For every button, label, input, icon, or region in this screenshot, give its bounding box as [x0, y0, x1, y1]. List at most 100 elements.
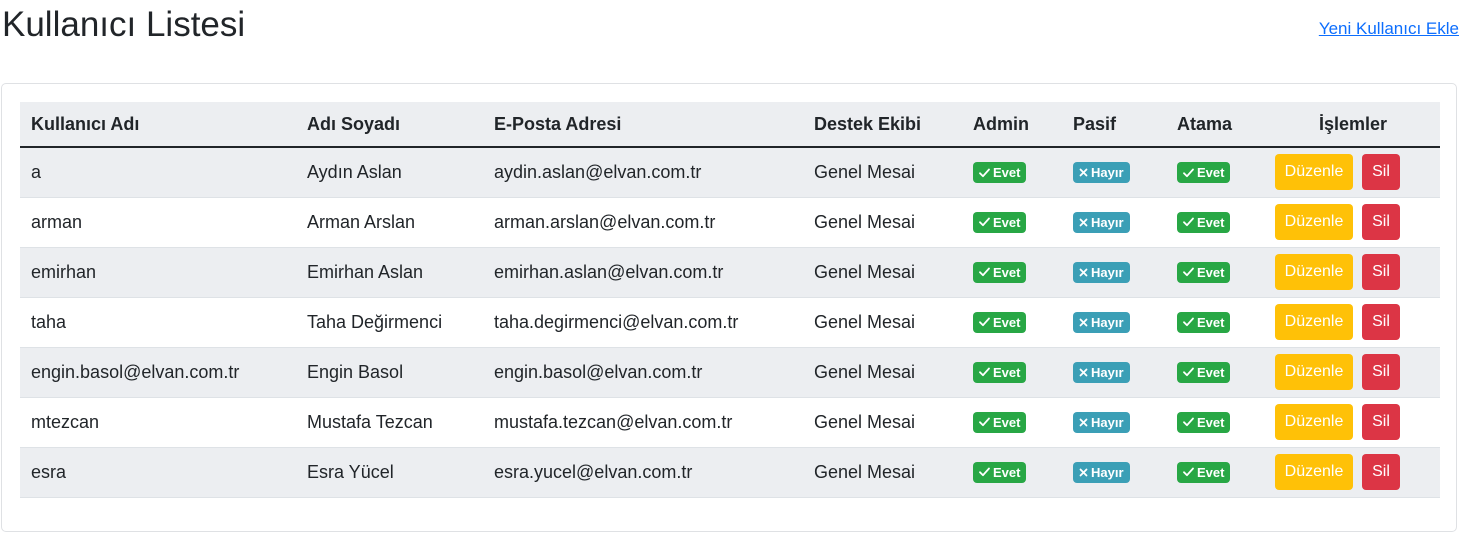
cell-admin: Evet — [962, 347, 1062, 398]
cell-actions: Düzenle Sil — [1266, 247, 1440, 298]
team-text: Genel Mesai — [814, 411, 916, 432]
email-text: emirhan.aslan@elvan.com.tr — [494, 261, 724, 282]
admin-badge-label: Evet — [993, 165, 1021, 181]
check-icon — [1183, 467, 1194, 477]
header-admin: Admin — [962, 102, 1062, 148]
user-table-card: Kullanıcı Adı Adı Soyadı E-Posta Adresi … — [1, 83, 1457, 532]
cell-actions: Düzenle Sil — [1266, 197, 1440, 248]
username-text: arman — [31, 211, 83, 232]
cell-email: engin.basol@elvan.com.tr — [483, 347, 803, 398]
row-actions: Düzenle Sil — [1275, 454, 1440, 490]
pasif-badge-label: Hayır — [1091, 364, 1124, 380]
edit-button[interactable]: Düzenle — [1275, 254, 1353, 290]
pasif-badge: Hayır — [1073, 311, 1130, 333]
email-text: taha.degirmenci@elvan.com.tr — [494, 311, 739, 332]
cell-username: esra — [20, 447, 296, 498]
admin-badge-label: Evet — [993, 414, 1021, 430]
delete-button[interactable]: Sil — [1362, 454, 1400, 490]
fullname-text: Emirhan Aslan — [307, 261, 424, 282]
atama-badge-label: Evet — [1197, 165, 1225, 181]
x-icon — [1079, 168, 1088, 177]
admin-badge: Evet — [973, 211, 1027, 233]
cell-fullname: Esra Yücel — [296, 447, 483, 498]
cell-email: aydin.aslan@elvan.com.tr — [483, 147, 803, 198]
edit-button[interactable]: Düzenle — [1275, 204, 1353, 240]
table-row: taha Taha Değirmenci taha.degirmenci@elv… — [20, 297, 1440, 348]
check-icon — [1183, 267, 1194, 277]
cell-fullname: Taha Değirmenci — [296, 297, 483, 348]
header-actions: İşlemler — [1266, 102, 1440, 148]
cell-fullname: Aydın Aslan — [296, 147, 483, 198]
add-user-link[interactable]: Yeni Kullanıcı Ekle — [1319, 19, 1459, 39]
x-icon — [1079, 418, 1088, 427]
cell-atama: Evet — [1166, 147, 1266, 198]
delete-button[interactable]: Sil — [1362, 154, 1400, 191]
cell-atama: Evet — [1166, 297, 1266, 348]
cell-team: Genel Mesai — [803, 347, 962, 398]
admin-badge: Evet — [973, 461, 1027, 483]
cell-admin: Evet — [962, 447, 1062, 498]
pasif-badge-label: Hayır — [1091, 414, 1124, 430]
delete-button[interactable]: Sil — [1362, 354, 1400, 390]
cell-email: esra.yucel@elvan.com.tr — [483, 447, 803, 498]
cell-admin: Evet — [962, 247, 1062, 298]
row-actions: Düzenle Sil — [1275, 404, 1440, 440]
cell-atama: Evet — [1166, 397, 1266, 448]
cell-pasif: Hayır — [1062, 247, 1166, 298]
fullname-text: Esra Yücel — [307, 461, 394, 482]
check-icon — [1183, 317, 1194, 327]
admin-badge: Evet — [973, 162, 1027, 184]
cell-admin: Evet — [962, 197, 1062, 248]
atama-badge-label: Evet — [1197, 314, 1225, 330]
cell-fullname: Engin Basol — [296, 347, 483, 398]
table-body: a Aydın Aslan aydin.aslan@elvan.com.tr G… — [20, 147, 1440, 498]
team-text: Genel Mesai — [814, 311, 916, 332]
x-icon — [1079, 468, 1088, 477]
cell-atama: Evet — [1166, 347, 1266, 398]
admin-badge: Evet — [973, 261, 1027, 283]
cell-email: arman.arslan@elvan.com.tr — [483, 197, 803, 248]
edit-button[interactable]: Düzenle — [1275, 304, 1353, 340]
x-icon — [1079, 318, 1088, 327]
check-icon — [1183, 168, 1194, 178]
edit-button[interactable]: Düzenle — [1275, 154, 1353, 191]
delete-button[interactable]: Sil — [1362, 304, 1400, 340]
edit-button[interactable]: Düzenle — [1275, 404, 1353, 440]
cell-fullname: Emirhan Aslan — [296, 247, 483, 298]
user-table: Kullanıcı Adı Adı Soyadı E-Posta Adresi … — [20, 102, 1440, 498]
fullname-text: Arman Arslan — [307, 211, 416, 232]
admin-badge: Evet — [973, 361, 1027, 383]
team-text: Genel Mesai — [814, 461, 916, 482]
delete-button[interactable]: Sil — [1362, 254, 1400, 290]
check-icon — [979, 217, 990, 227]
check-icon — [979, 367, 990, 377]
row-actions: Düzenle Sil — [1275, 154, 1440, 191]
delete-button[interactable]: Sil — [1362, 204, 1400, 240]
x-icon — [1079, 268, 1088, 277]
cell-atama: Evet — [1166, 197, 1266, 248]
header-username: Kullanıcı Adı — [20, 102, 296, 148]
x-icon — [1079, 368, 1088, 377]
admin-badge-label: Evet — [993, 314, 1021, 330]
username-text: taha — [31, 311, 67, 332]
email-text: esra.yucel@elvan.com.tr — [494, 461, 693, 482]
edit-button[interactable]: Düzenle — [1275, 454, 1353, 490]
check-icon — [979, 317, 990, 327]
cell-email: taha.degirmenci@elvan.com.tr — [483, 297, 803, 348]
cell-email: mustafa.tezcan@elvan.com.tr — [483, 397, 803, 448]
cell-pasif: Hayır — [1062, 347, 1166, 398]
edit-button[interactable]: Düzenle — [1275, 354, 1353, 390]
header-pasif: Pasif — [1062, 102, 1166, 148]
cell-pasif: Hayır — [1062, 447, 1166, 498]
pasif-badge-label: Hayır — [1091, 464, 1124, 480]
cell-team: Genel Mesai — [803, 397, 962, 448]
table-header-row: Kullanıcı Adı Adı Soyadı E-Posta Adresi … — [20, 102, 1440, 148]
pasif-badge: Hayır — [1073, 411, 1130, 433]
delete-button[interactable]: Sil — [1362, 404, 1400, 440]
atama-badge: Evet — [1177, 261, 1231, 283]
admin-badge-label: Evet — [993, 264, 1021, 280]
page-title: Kullanıcı Listesi — [2, 5, 246, 44]
cell-admin: Evet — [962, 397, 1062, 448]
cell-username: a — [20, 147, 296, 198]
pasif-badge: Hayır — [1073, 461, 1130, 483]
